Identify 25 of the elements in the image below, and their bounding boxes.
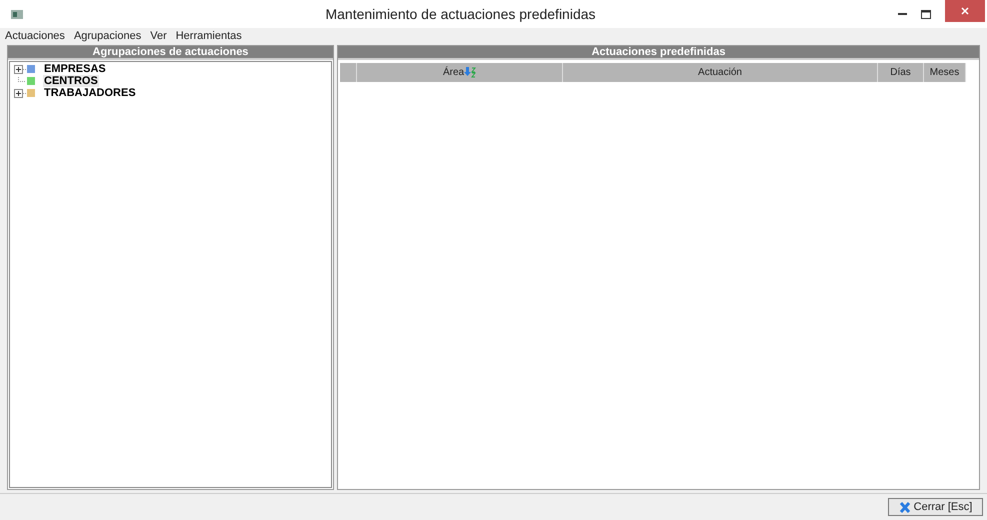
cross-icon — [898, 502, 911, 512]
tree-item[interactable]: TRABAJADORES — [43, 87, 137, 99]
tree-item[interactable]: EMPRESAS — [43, 63, 107, 75]
panel-header: Actuaciones predefinidas — [338, 46, 979, 60]
app-icon — [11, 10, 23, 18]
panel-header: Agrupaciones de actuaciones — [8, 46, 333, 60]
tree-item[interactable]: CENTROS — [43, 75, 99, 87]
window-title: Mantenimiento de actuaciones predefinidas — [325, 4, 596, 24]
sort-icon — [464, 67, 476, 78]
menu-item[interactable]: Agrupaciones — [74, 28, 142, 45]
column-header[interactable]: Meses — [924, 63, 966, 82]
menu-item[interactable]: Ver — [150, 28, 167, 45]
column-header[interactable]: Días — [878, 63, 924, 82]
close-icon — [961, 7, 969, 15]
menu-item[interactable]: Herramientas — [176, 28, 242, 45]
expand-icon[interactable] — [14, 88, 26, 98]
column-header[interactable]: Actuación — [563, 63, 878, 82]
expand-icon[interactable] — [14, 64, 26, 74]
close-button[interactable] — [945, 0, 985, 22]
menu-item[interactable]: Actuaciones — [5, 28, 65, 45]
minimize-icon[interactable] — [898, 12, 907, 16]
close-action-button[interactable]: Cerrar [Esc] — [888, 498, 983, 516]
row-header-cell — [340, 63, 357, 82]
column-header[interactable]: Área — [357, 63, 563, 82]
maximize-icon[interactable] — [921, 10, 931, 18]
